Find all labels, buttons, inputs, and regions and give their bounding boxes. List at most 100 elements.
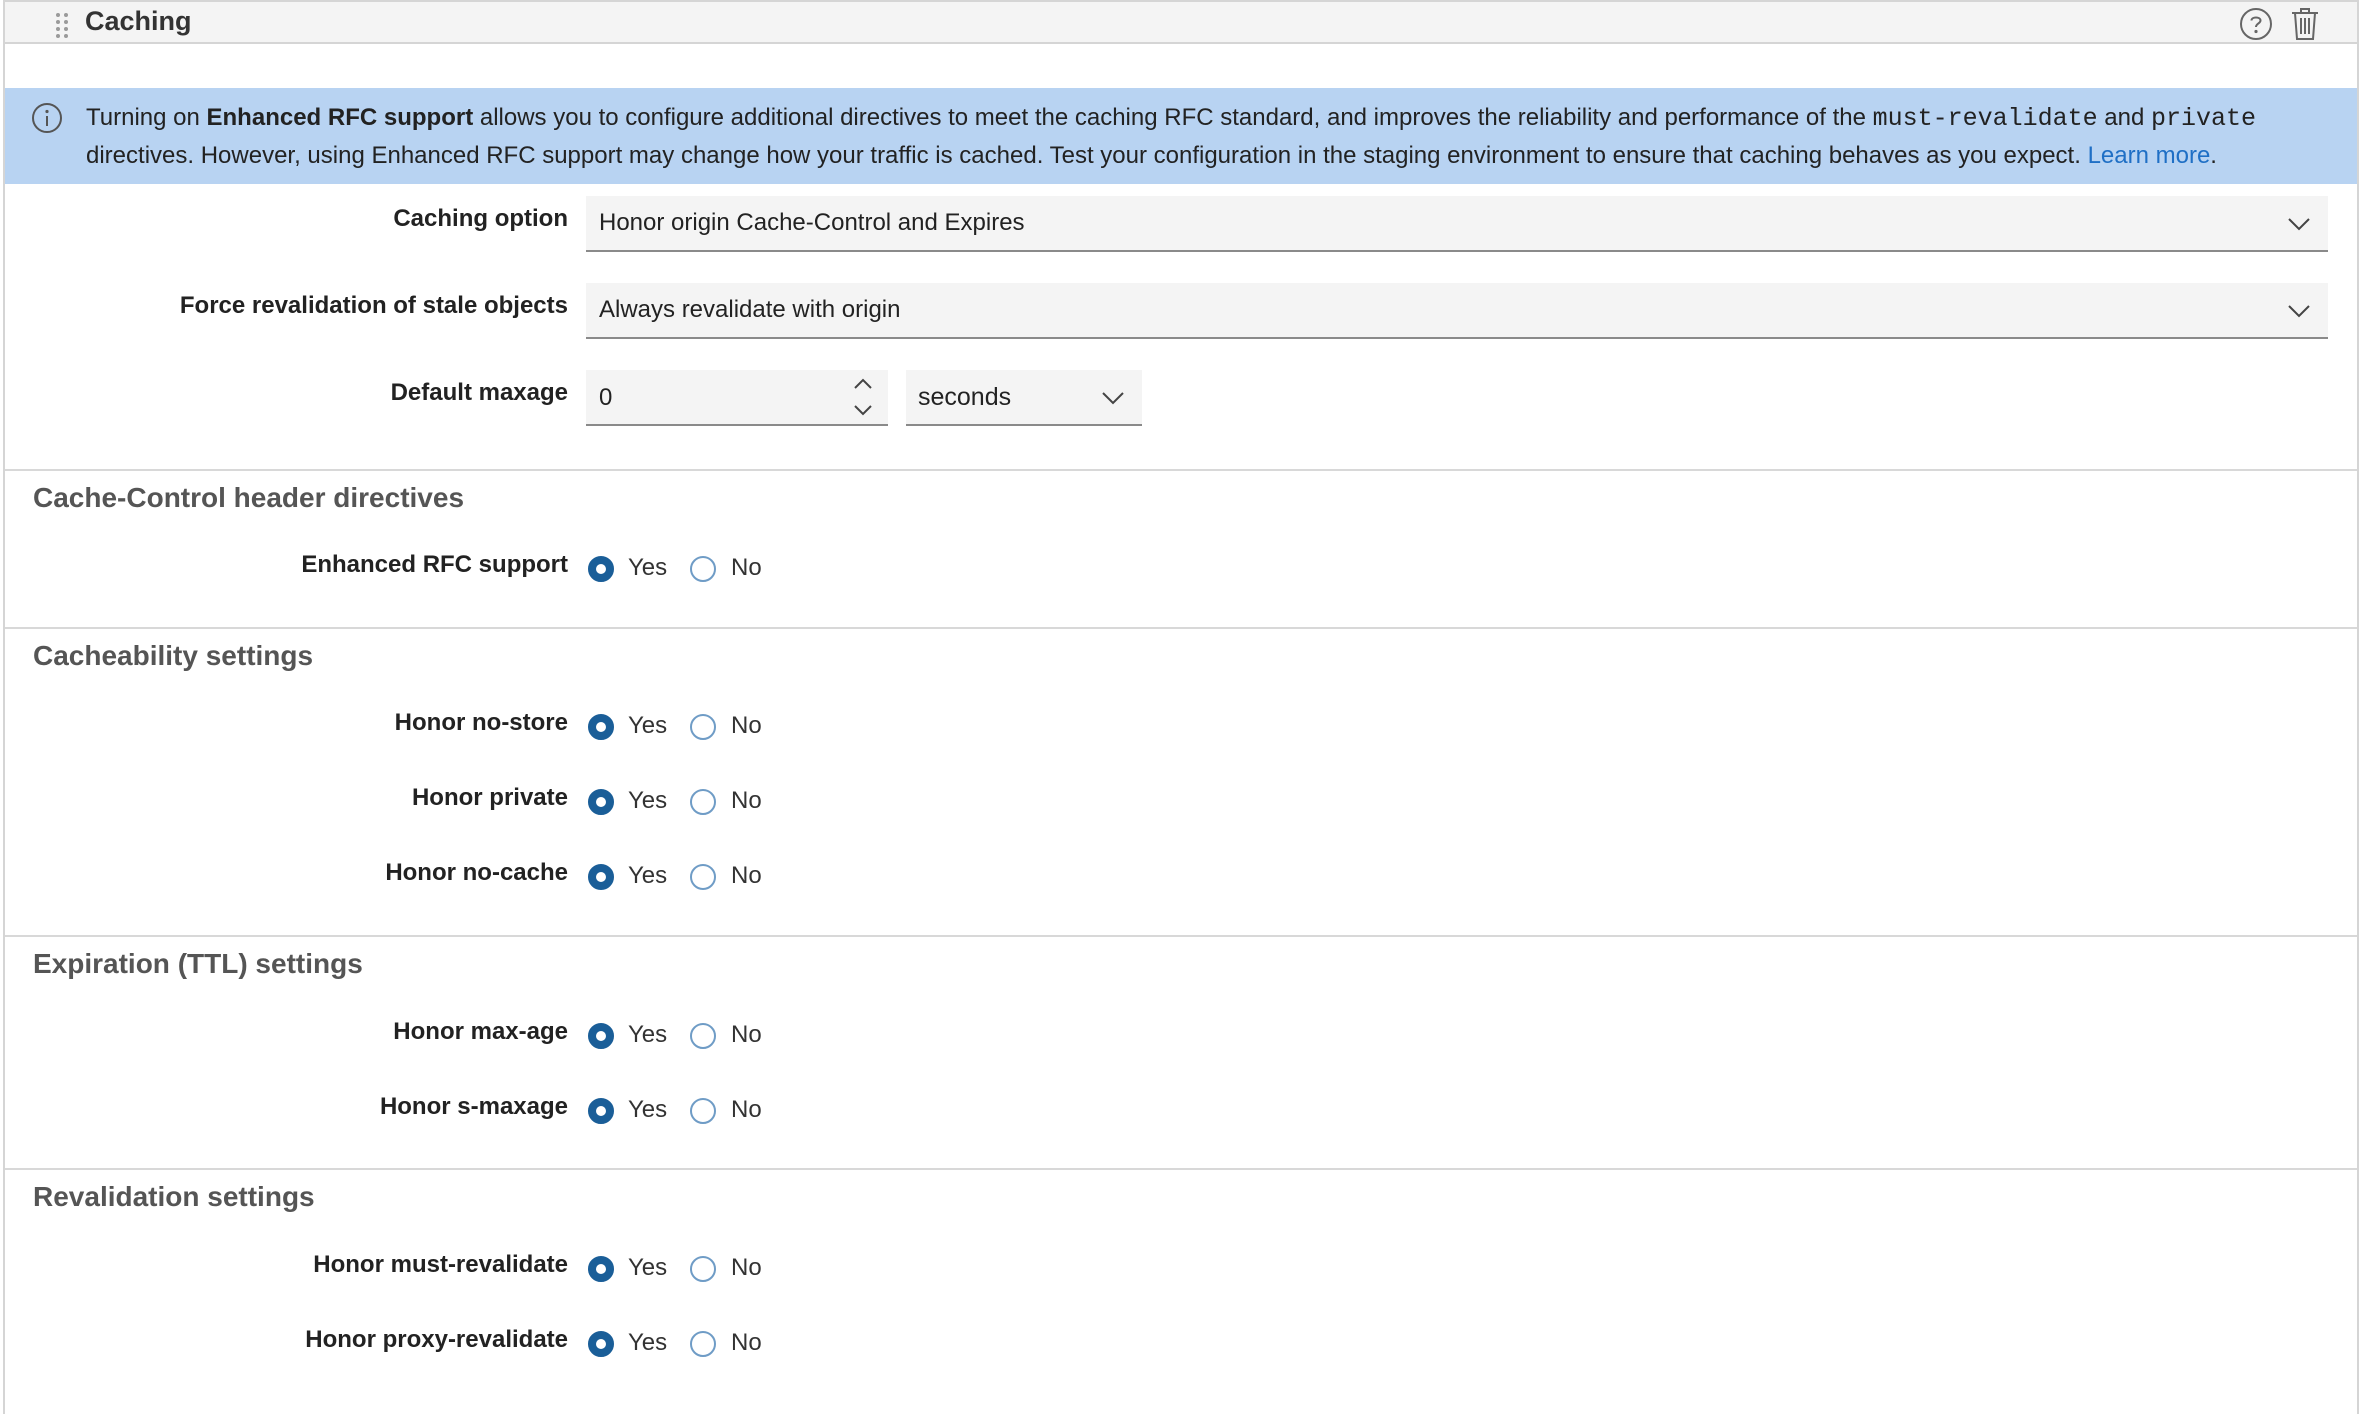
honor-max-age-radio-group: Yes No — [586, 1016, 786, 1056]
banner-emphasis: Enhanced RFC support — [206, 104, 474, 131]
radio-yes-label[interactable]: Yes — [628, 554, 667, 582]
honor-s-maxage-radio-group: Yes No — [586, 1091, 786, 1131]
force-revalidation-value: Always revalidate with origin — [599, 296, 901, 323]
radio-no-label[interactable]: No — [731, 1329, 762, 1357]
radio-no[interactable] — [690, 1098, 716, 1124]
maxage-unit-value: seconds — [918, 383, 1012, 411]
row-honor-private: Honor private — [5, 784, 568, 824]
row-honor-no-cache: Honor no-cache — [5, 859, 568, 899]
help-circle-icon[interactable] — [2239, 7, 2273, 41]
default-maxage-value: 0 — [599, 384, 613, 411]
honor-no-cache-radio-group: Yes No — [586, 857, 786, 897]
radio-yes-label[interactable]: Yes — [628, 1254, 667, 1282]
radio-yes-label[interactable]: Yes — [628, 1021, 667, 1049]
row-honor-s-maxage: Honor s-maxage — [5, 1093, 568, 1133]
section-divider — [5, 469, 2357, 471]
banner-code-must-revalidate: must-revalidate — [1872, 104, 2098, 133]
radio-yes[interactable] — [588, 1023, 614, 1049]
radio-no[interactable] — [690, 556, 716, 582]
radio-yes[interactable] — [588, 1256, 614, 1282]
force-revalidation-label-wrap: Force revalidation of stale objects — [5, 292, 568, 332]
caching-panel: Caching Turning on Enhanced RFC support … — [3, 0, 2359, 1414]
radio-no-label[interactable]: No — [731, 1254, 762, 1282]
caching-option-select[interactable]: Honor origin Cache-Control and Expires — [586, 196, 2328, 252]
radio-no-label[interactable]: No — [731, 712, 762, 740]
radio-no-label[interactable]: No — [731, 1096, 762, 1124]
honor-no-cache-label: Honor no-cache — [385, 859, 568, 886]
chevron-down-icon — [2288, 218, 2310, 231]
radio-yes[interactable] — [588, 1098, 614, 1124]
banner-text-1: Turning on — [86, 104, 207, 131]
row-honor-must-revalidate: Honor must-revalidate — [5, 1251, 568, 1291]
honor-must-revalidate-radio-group: Yes No — [586, 1249, 786, 1289]
section-title-expiration: Expiration (TTL) settings — [33, 948, 363, 979]
enhanced-rfc-radio-group: Yes No — [586, 549, 786, 589]
banner-text-4: directives. However, using Enhanced RFC … — [86, 142, 2088, 169]
radio-yes-label[interactable]: Yes — [628, 862, 667, 890]
radio-yes[interactable] — [588, 864, 614, 890]
banner-code-private: private — [2151, 104, 2257, 133]
learn-more-link[interactable]: Learn more — [2088, 142, 2211, 169]
caching-option-value: Honor origin Cache-Control and Expires — [599, 209, 1025, 236]
radio-no[interactable] — [690, 789, 716, 815]
honor-max-age-label: Honor max-age — [393, 1018, 568, 1045]
enhanced-rfc-label: Enhanced RFC support — [301, 551, 568, 578]
row-enhanced-rfc: Enhanced RFC support — [5, 551, 568, 591]
honor-must-revalidate-label: Honor must-revalidate — [313, 1251, 568, 1278]
section-divider — [5, 1168, 2357, 1170]
banner-text-2: allows you to configure additional direc… — [473, 104, 1873, 131]
info-icon — [32, 103, 62, 133]
honor-proxy-revalidate-label: Honor proxy-revalidate — [305, 1326, 568, 1353]
radio-yes-label[interactable]: Yes — [628, 1329, 667, 1357]
trash-icon[interactable] — [2289, 6, 2321, 42]
radio-yes-label[interactable]: Yes — [628, 712, 667, 740]
force-revalidation-label: Force revalidation of stale objects — [179, 292, 568, 319]
honor-no-store-label: Honor no-store — [394, 709, 568, 736]
radio-yes-label[interactable]: Yes — [628, 1096, 667, 1124]
maxage-unit-select[interactable]: seconds — [906, 370, 1142, 426]
radio-no-label[interactable]: No — [731, 862, 762, 890]
drag-handle-icon[interactable] — [55, 12, 69, 38]
section-divider — [5, 627, 2357, 629]
chevron-down-icon — [1102, 392, 1124, 405]
caching-option-label-wrap: Caching option — [5, 205, 568, 245]
decrement-icon[interactable] — [852, 402, 874, 418]
radio-no-label[interactable]: No — [731, 787, 762, 815]
radio-no[interactable] — [690, 1023, 716, 1049]
default-maxage-label: Default maxage — [390, 379, 568, 406]
radio-yes[interactable] — [588, 556, 614, 582]
panel-header: Caching — [5, 0, 2357, 44]
banner-message: Turning on Enhanced RFC support allows y… — [86, 99, 2317, 174]
radio-yes[interactable] — [588, 714, 614, 740]
honor-no-store-radio-group: Yes No — [586, 707, 786, 747]
force-revalidation-select[interactable]: Always revalidate with origin — [586, 283, 2328, 339]
radio-no[interactable] — [690, 714, 716, 740]
honor-private-label: Honor private — [411, 784, 568, 811]
row-honor-proxy-revalidate: Honor proxy-revalidate — [5, 1326, 568, 1366]
banner-text-3: and — [2097, 104, 2152, 131]
radio-no[interactable] — [690, 1256, 716, 1282]
section-title-cache-control: Cache-Control header directives — [33, 482, 465, 513]
row-honor-no-store: Honor no-store — [5, 709, 568, 749]
caching-option-label: Caching option — [393, 205, 568, 232]
radio-no[interactable] — [690, 864, 716, 890]
honor-private-radio-group: Yes No — [586, 782, 786, 822]
radio-no[interactable] — [690, 1331, 716, 1357]
honor-s-maxage-label: Honor s-maxage — [379, 1093, 568, 1120]
chevron-down-icon — [2288, 305, 2310, 318]
radio-yes[interactable] — [588, 789, 614, 815]
default-maxage-input[interactable]: 0 — [586, 370, 888, 426]
radio-yes-label[interactable]: Yes — [628, 787, 667, 815]
radio-yes[interactable] — [588, 1331, 614, 1357]
row-honor-max-age: Honor max-age — [5, 1018, 568, 1058]
radio-no-label[interactable]: No — [731, 554, 762, 582]
radio-no-label[interactable]: No — [731, 1021, 762, 1049]
increment-icon[interactable] — [852, 376, 874, 392]
section-title-revalidation: Revalidation settings — [33, 1181, 315, 1212]
info-banner: Turning on Enhanced RFC support allows y… — [5, 88, 2357, 184]
honor-proxy-revalidate-radio-group: Yes No — [586, 1324, 786, 1364]
panel-title: Caching — [85, 6, 192, 36]
default-maxage-label-wrap: Default maxage — [5, 379, 568, 419]
section-title-cacheability: Cacheability settings — [33, 640, 314, 671]
banner-text-5: . — [2210, 142, 2217, 169]
